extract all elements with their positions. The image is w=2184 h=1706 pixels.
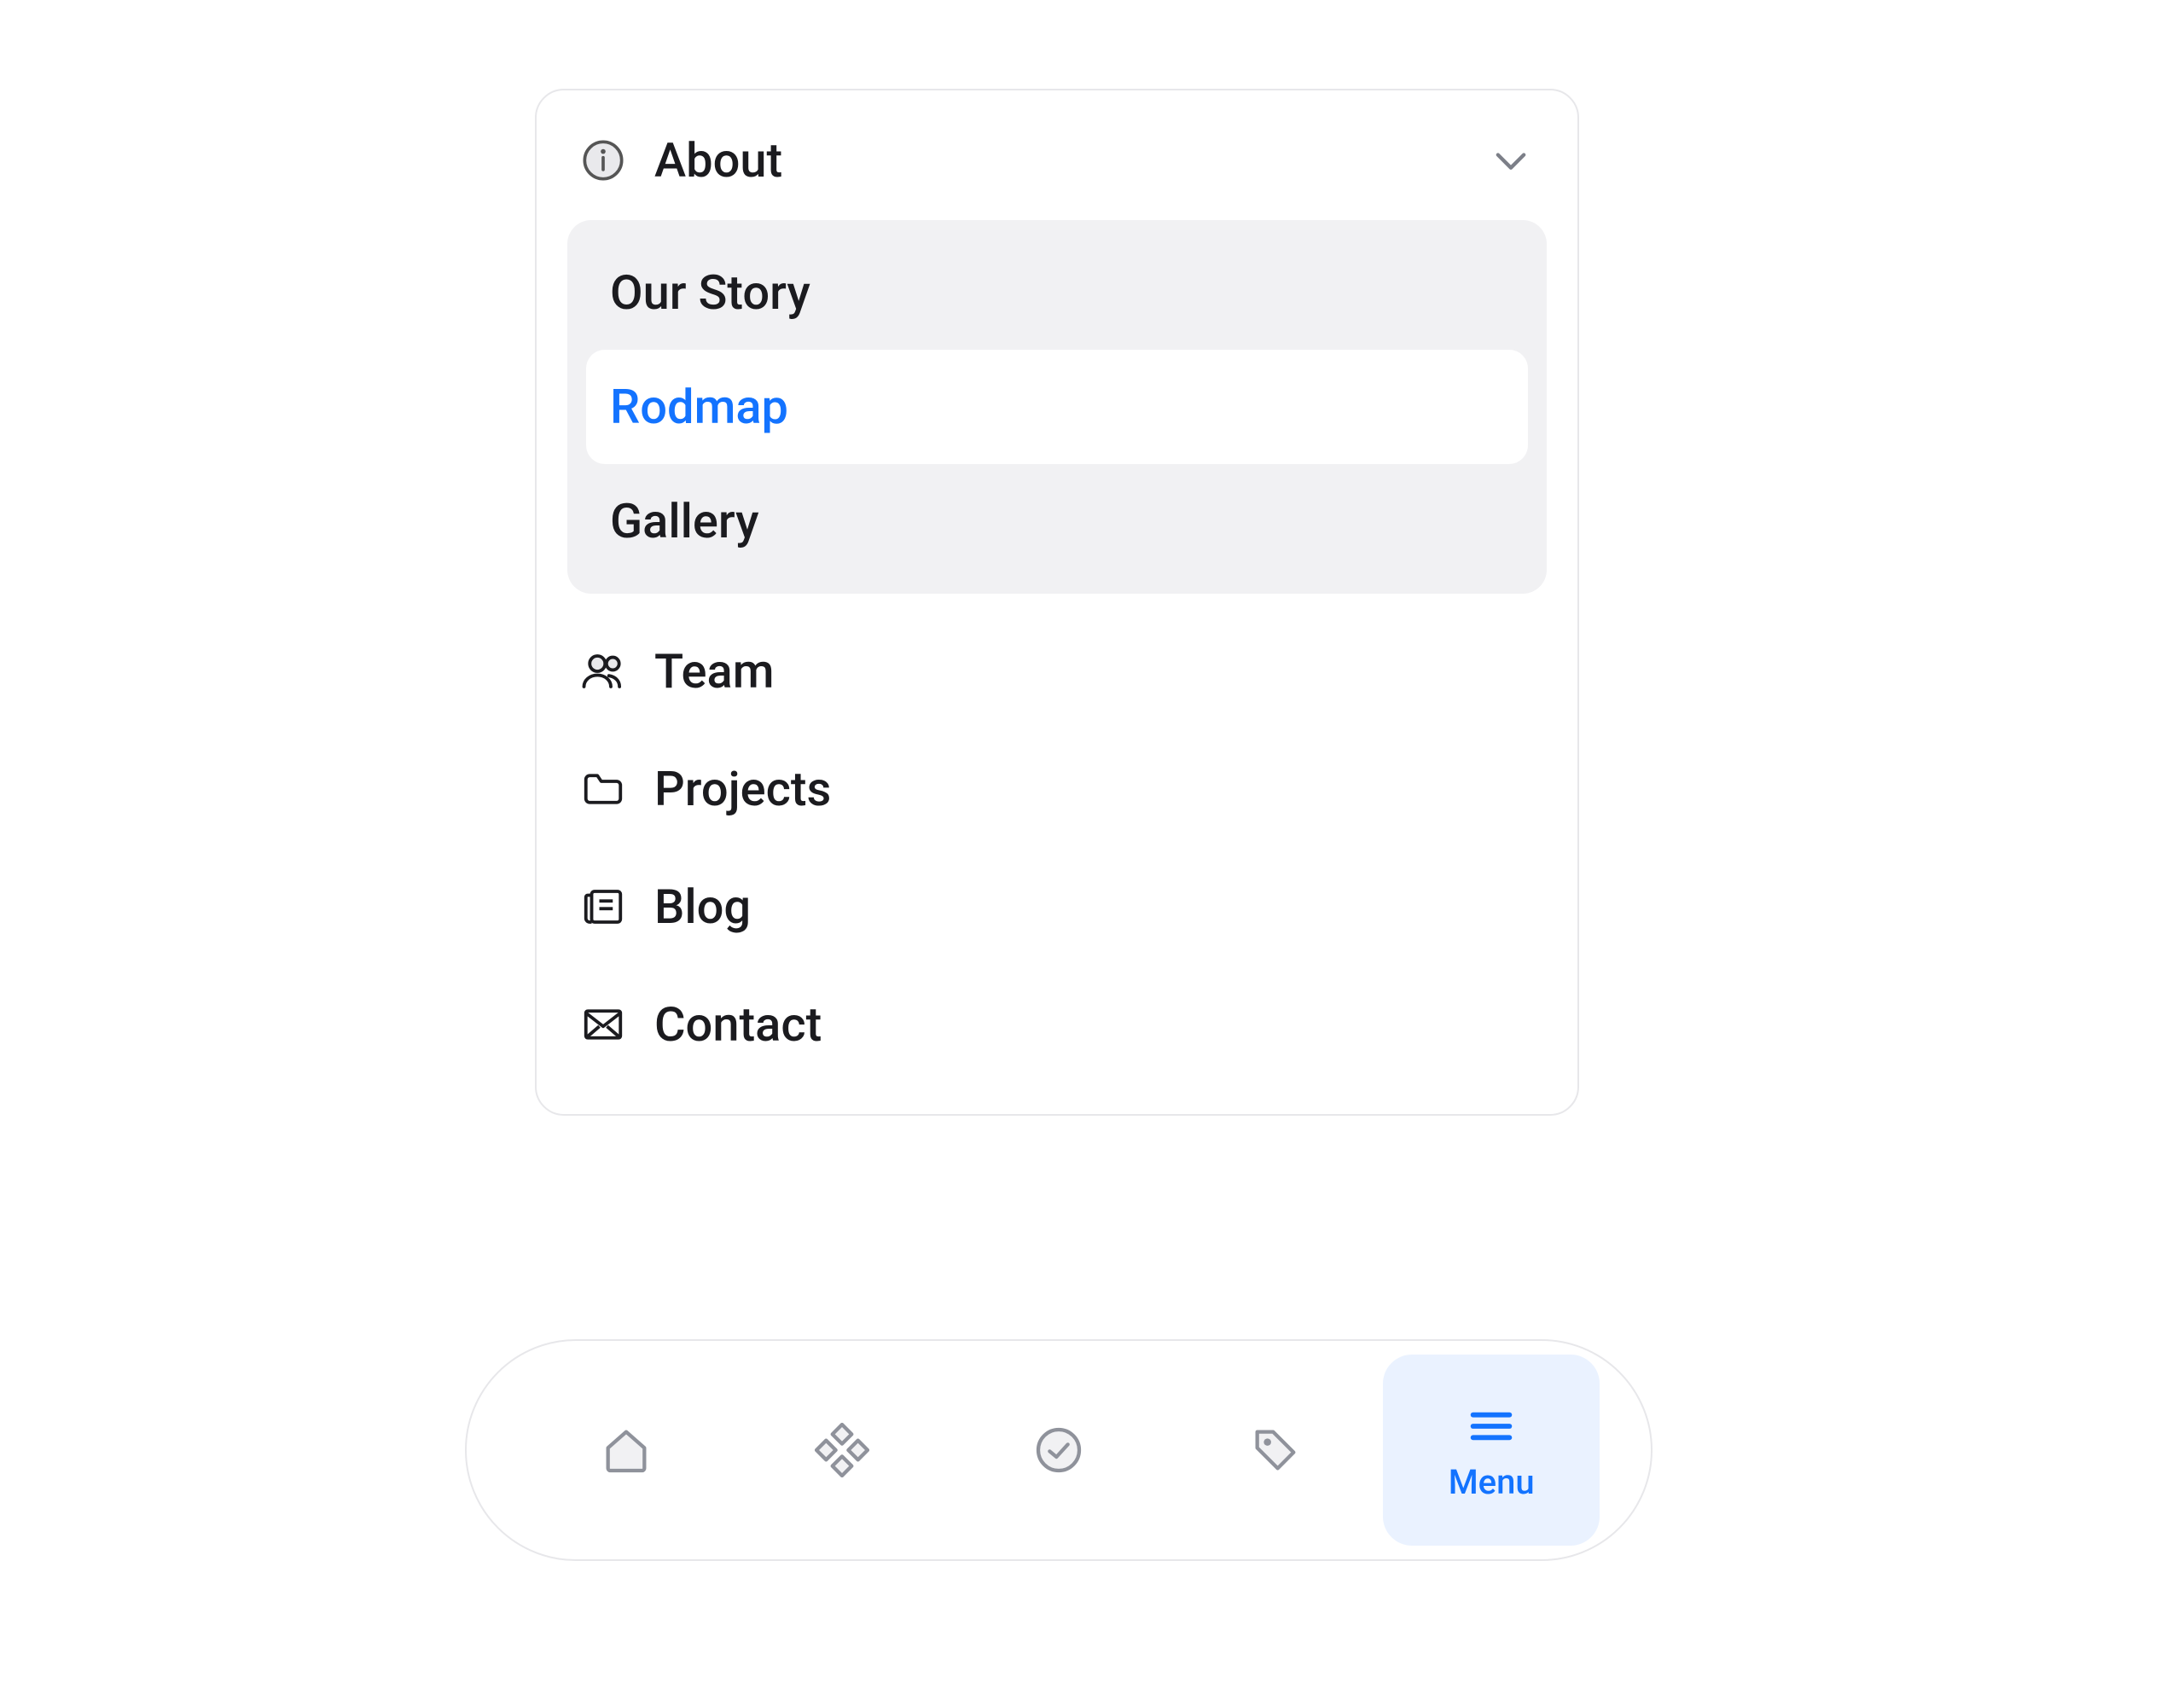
- envelope-icon: [578, 999, 629, 1050]
- menu-item-label: Blog: [654, 879, 751, 935]
- menu-item-blog[interactable]: Blog: [567, 848, 1547, 966]
- chevron-down-icon: [1482, 131, 1540, 189]
- accordion-about[interactable]: About: [567, 113, 1547, 208]
- submenu-item-our-story[interactable]: Our Story: [586, 235, 1528, 350]
- people-icon: [578, 646, 629, 697]
- tab-tags[interactable]: [1167, 1355, 1384, 1546]
- menu-item-contact[interactable]: Contact: [567, 966, 1547, 1083]
- info-icon: [578, 135, 629, 186]
- menu-item-label: Contact: [654, 996, 822, 1053]
- menu-item-projects[interactable]: Projects: [567, 730, 1547, 848]
- submenu-item-gallery[interactable]: Gallery: [586, 464, 1528, 578]
- home-icon: [599, 1423, 653, 1477]
- categories-icon: [815, 1423, 869, 1477]
- tab-home[interactable]: [518, 1355, 735, 1546]
- tag-icon: [1248, 1423, 1303, 1477]
- menu-item-team[interactable]: Team: [567, 612, 1547, 730]
- menu-item-label: Projects: [654, 761, 831, 817]
- menu-icon: [1464, 1399, 1519, 1454]
- accordion-title: About: [654, 132, 1456, 189]
- check-icon: [1031, 1423, 1086, 1477]
- news-icon: [578, 881, 629, 932]
- tab-tasks[interactable]: [950, 1355, 1167, 1546]
- accordion-submenu: Our Story Rodmap Gallery: [567, 220, 1547, 594]
- folder-icon: [578, 763, 629, 815]
- tab-categories[interactable]: [735, 1355, 951, 1546]
- tab-label: Menu: [1449, 1462, 1535, 1502]
- menu-item-label: Team: [654, 643, 774, 699]
- bottom-tab-bar: Menu: [465, 1339, 1653, 1561]
- submenu-item-roadmap[interactable]: Rodmap: [586, 350, 1528, 464]
- menu-panel: About Our Story Rodmap Gallery Team: [535, 89, 1579, 1116]
- tab-menu[interactable]: Menu: [1383, 1355, 1600, 1546]
